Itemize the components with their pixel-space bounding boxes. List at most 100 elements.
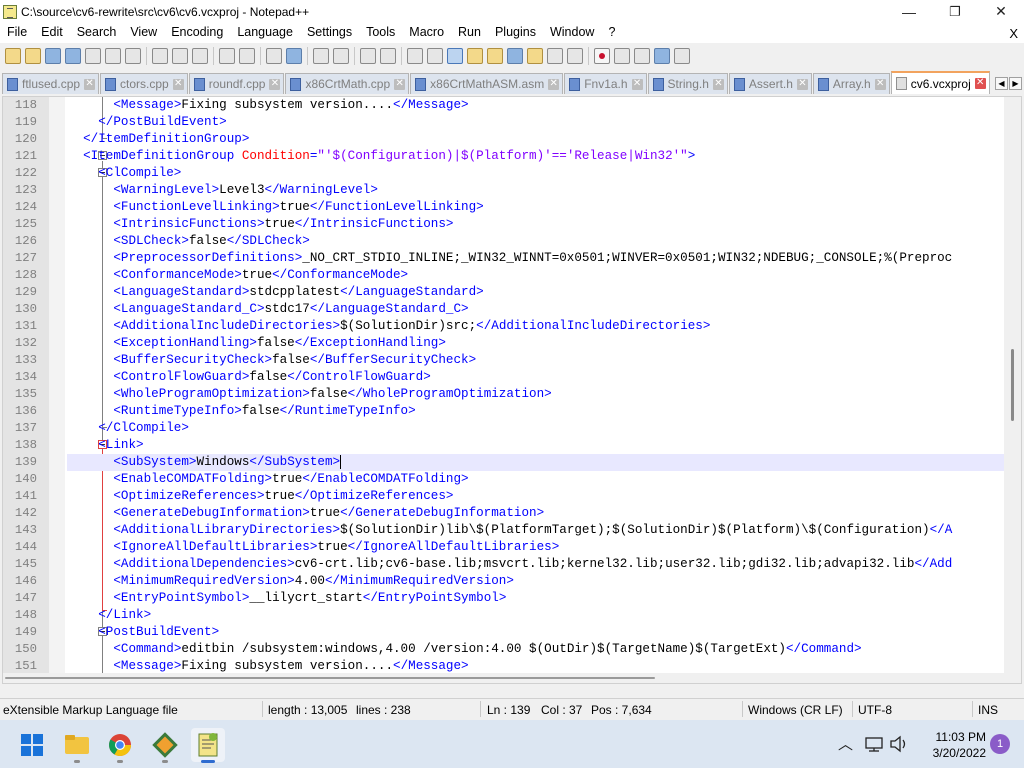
menu-edit[interactable]: Edit [34, 23, 70, 43]
code-line[interactable]: 137 </ClCompile> [3, 420, 1006, 437]
line-code[interactable]: </Link> [67, 607, 1006, 624]
code-line[interactable]: 125 <IntrinsicFunctions>true</IntrinsicFu… [3, 216, 1006, 233]
code-line[interactable]: 128 <ConformanceMode>true</ConformanceMod… [3, 267, 1006, 284]
record-macro-icon[interactable] [594, 47, 610, 64]
sync-vertical-icon[interactable] [360, 47, 376, 64]
code-line[interactable]: 120 </ItemDefinitionGroup> [3, 131, 1006, 148]
line-code[interactable]: <IgnoreAllDefaultLibraries>true</IgnoreA… [67, 539, 1006, 556]
menu-window[interactable]: Window [543, 23, 601, 43]
paste-icon[interactable] [192, 47, 208, 64]
code-line[interactable]: 121 <ItemDefinitionGroup Condition="'$(Co… [3, 148, 1006, 165]
document-map-icon[interactable] [487, 47, 503, 64]
line-code[interactable]: <AdditionalIncludeDirectories>$(Solution… [67, 318, 1006, 335]
tab-close-icon[interactable]: ✕ [84, 78, 96, 90]
tab-close-icon[interactable]: ✕ [712, 78, 724, 90]
horizontal-scrollbar-thumb[interactable] [5, 677, 655, 679]
code-line[interactable]: 127 <PreprocessorDefinitions>_NO_CRT_STDI… [3, 250, 1006, 267]
close-all-icon[interactable] [105, 47, 121, 64]
menu-settings[interactable]: Settings [300, 23, 359, 43]
code-line[interactable]: 139 <SubSystem>Windows</SubSystem> [3, 454, 1006, 471]
menu-language[interactable]: Language [230, 23, 300, 43]
language-udl-icon[interactable] [467, 47, 483, 64]
tab-scroll-right-button[interactable]: ▶ [1009, 77, 1022, 90]
menu-plugins[interactable]: Plugins [488, 23, 543, 43]
code-line[interactable]: 145 <AdditionalDependencies>cv6-crt.lib;c… [3, 556, 1006, 573]
line-code[interactable]: <OptimizeReferences>true</OptimizeRefere… [67, 488, 1006, 505]
save-macro-icon[interactable] [674, 47, 690, 64]
tab-close-icon[interactable]: ✕ [548, 78, 560, 90]
line-code[interactable]: <Message>Fixing subsystem version....</M… [67, 97, 1006, 114]
zoom-in-icon[interactable] [313, 47, 329, 64]
code-line[interactable]: 135 <WholeProgramOptimization>false</Whol… [3, 386, 1006, 403]
indent-guide-icon[interactable] [447, 47, 463, 64]
line-code[interactable]: </ClCompile> [67, 420, 1006, 437]
tray-overflow-chevron-icon[interactable]: ︿ [838, 733, 853, 754]
tab-ftlused-cpp[interactable]: ftlused.cpp ✕ [2, 73, 100, 94]
save-all-icon[interactable] [65, 47, 81, 64]
sync-horizontal-icon[interactable] [380, 47, 396, 64]
document-list-icon[interactable] [507, 47, 523, 64]
find-icon[interactable] [266, 47, 282, 64]
code-line[interactable]: 134 <ControlFlowGuard>false</ControlFlowG… [3, 369, 1006, 386]
line-code[interactable]: <ClCompile> [67, 165, 1006, 182]
line-code[interactable]: <EnableCOMDATFolding>true</EnableCOMDATF… [67, 471, 1006, 488]
taskbar-chrome[interactable] [103, 728, 137, 763]
network-icon[interactable] [864, 735, 884, 753]
code-line[interactable]: 122 <ClCompile> [3, 165, 1006, 182]
code-line[interactable]: 131 <AdditionalIncludeDirectories>$(Solut… [3, 318, 1006, 335]
line-code[interactable]: <EntryPointSymbol>__lilycrt_start</Entry… [67, 590, 1006, 607]
folder-as-workspace-icon[interactable] [547, 47, 563, 64]
code-line[interactable]: 118 <Message>Fixing subsystem version....… [3, 97, 1006, 114]
monitoring-icon[interactable] [567, 47, 583, 64]
maximize-button[interactable]: ❐ [932, 0, 978, 23]
code-line[interactable]: 150 <Command>editbin /subsystem:windows,4… [3, 641, 1006, 658]
undo-icon[interactable] [219, 47, 235, 64]
menu-search[interactable]: Search [70, 23, 124, 43]
tab-x86crtmath-cpp[interactable]: x86CrtMath.cpp ✕ [285, 73, 410, 94]
tab-ctors-cpp[interactable]: ctors.cpp ✕ [100, 73, 188, 94]
word-wrap-icon[interactable] [407, 47, 423, 64]
tab-close-icon[interactable]: ✕ [631, 78, 643, 90]
volume-icon[interactable] [889, 735, 909, 753]
code-line[interactable]: 143 <AdditionalLibraryDirectories>$(Solut… [3, 522, 1006, 539]
tab-close-icon[interactable]: ✕ [394, 78, 406, 90]
code-editor[interactable]: 118 <Message>Fixing subsystem version....… [2, 96, 1022, 684]
code-line[interactable]: 141 <OptimizeReferences>true</OptimizeRef… [3, 488, 1006, 505]
replace-icon[interactable] [286, 47, 302, 64]
code-line[interactable]: 140 <EnableCOMDATFolding>true</EnableCOMD… [3, 471, 1006, 488]
code-line[interactable]: 126 <SDLCheck>false</SDLCheck> [3, 233, 1006, 250]
line-code[interactable]: <Link> [67, 437, 1006, 454]
line-code[interactable]: <ConformanceMode>true</ConformanceMode> [67, 267, 1006, 284]
code-line[interactable]: 149 <PostBuildEvent> [3, 624, 1006, 641]
code-line[interactable]: 144 <IgnoreAllDefaultLibraries>true</Igno… [3, 539, 1006, 556]
menu-encoding[interactable]: Encoding [164, 23, 230, 43]
menu-macro[interactable]: Macro [402, 23, 451, 43]
taskbar-git-app[interactable] [148, 728, 182, 763]
code-line[interactable]: 148 </Link> [3, 607, 1006, 624]
taskbar-file-explorer[interactable] [60, 728, 94, 763]
tab-assert-h[interactable]: Assert.h ✕ [728, 73, 812, 94]
function-list-icon[interactable] [527, 47, 543, 64]
open-file-icon[interactable] [25, 47, 41, 64]
stop-macro-icon[interactable] [614, 47, 630, 64]
play-macro-icon[interactable] [634, 47, 650, 64]
line-code[interactable]: <LanguageStandard>stdcpplatest</Language… [67, 284, 1006, 301]
start-button[interactable] [15, 728, 49, 762]
close-document-button[interactable]: X [1003, 26, 1024, 41]
copy-icon[interactable] [172, 47, 188, 64]
vertical-scrollbar-thumb[interactable] [1011, 349, 1014, 421]
vertical-scrollbar[interactable] [1004, 97, 1021, 683]
tab-close-icon[interactable]: ✕ [974, 78, 986, 89]
code-line[interactable]: 119 </PostBuildEvent> [3, 114, 1006, 131]
tab-close-icon[interactable]: ✕ [172, 78, 184, 90]
close-file-icon[interactable] [85, 47, 101, 64]
tab-close-icon[interactable]: ✕ [796, 78, 808, 90]
zoom-out-icon[interactable] [333, 47, 349, 64]
taskbar-notepad-plus-plus[interactable] [191, 728, 225, 763]
menu-tools[interactable]: Tools [359, 23, 402, 43]
line-code[interactable]: <BufferSecurityCheck>false</BufferSecuri… [67, 352, 1006, 369]
tab-scroll-left-button[interactable]: ◀ [995, 77, 1008, 90]
line-code[interactable]: <IntrinsicFunctions>true</IntrinsicFunct… [67, 216, 1006, 233]
line-code[interactable]: </ItemDefinitionGroup> [67, 131, 1006, 148]
show-all-characters-icon[interactable] [427, 47, 443, 64]
